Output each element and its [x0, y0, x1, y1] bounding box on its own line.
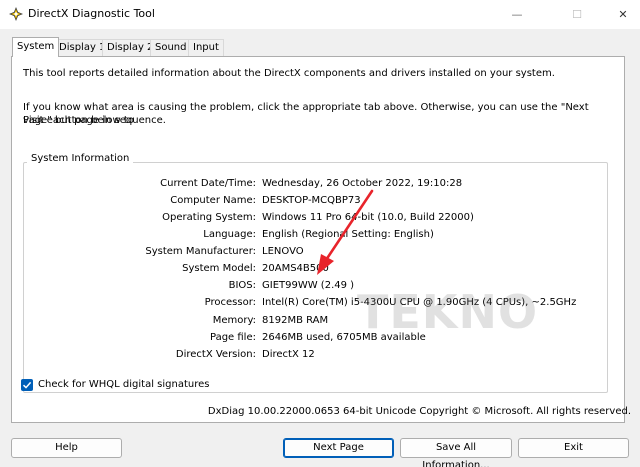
- info-label: Computer Name:: [170, 195, 256, 206]
- info-value: GIET99WW (2.49 ): [262, 280, 355, 291]
- help-button[interactable]: Help: [11, 438, 122, 458]
- intro-hint-line-2: visit each page in sequence.: [23, 115, 166, 126]
- intro-text: This tool reports detailed information a…: [23, 68, 555, 79]
- minimize-icon[interactable]: —: [494, 0, 540, 29]
- system-information-title: System Information: [27, 153, 134, 164]
- whql-checkbox[interactable]: [21, 379, 33, 391]
- whql-checkbox-label[interactable]: Check for WHQL digital signatures: [38, 377, 209, 393]
- info-label: Current Date/Time:: [160, 178, 256, 189]
- close-icon[interactable]: ✕: [600, 0, 640, 29]
- info-label: System Model:: [182, 263, 256, 274]
- tab-sound[interactable]: Sound: [150, 39, 192, 56]
- info-row-directx-version: DirectX Version: DirectX 12: [12, 347, 626, 363]
- save-all-information-button[interactable]: Save All Information...: [400, 438, 512, 467]
- maximize-icon[interactable]: ☐: [554, 0, 600, 29]
- next-page-button[interactable]: Next Page: [283, 438, 394, 458]
- red-annotation-arrow-icon: [317, 189, 374, 275]
- directx-app-icon: [9, 7, 23, 21]
- exit-button[interactable]: Exit: [518, 438, 629, 458]
- tab-system[interactable]: System: [12, 37, 60, 57]
- window-title: DirectX Diagnostic Tool: [28, 7, 155, 20]
- info-label: DirectX Version:: [175, 349, 256, 360]
- info-label: Language:: [203, 229, 256, 240]
- tab-input[interactable]: Input: [188, 39, 224, 56]
- copyright-text: DxDiag 10.00.22000.0653 64-bit Unicode C…: [207, 406, 631, 417]
- watermark-logo: TEKNO: [357, 285, 539, 339]
- info-label: Processor:: [204, 297, 256, 308]
- info-label: System Manufacturer:: [145, 246, 256, 257]
- info-value: 8192MB RAM: [262, 315, 329, 326]
- info-label: BIOS:: [228, 280, 256, 291]
- dialog-client-area: System Display 1 Display 2 Sound Input T…: [0, 29, 640, 467]
- checkmark-icon: [22, 381, 32, 389]
- info-value: LENOVO: [262, 246, 304, 257]
- title-bar: DirectX Diagnostic Tool — ☐ ✕: [0, 0, 640, 29]
- info-value: DirectX 12: [262, 349, 315, 360]
- info-label: Operating System:: [162, 212, 256, 223]
- system-tab-panel: This tool reports detailed information a…: [11, 56, 625, 423]
- info-label: Page file:: [210, 332, 256, 343]
- info-label: Memory:: [212, 315, 256, 326]
